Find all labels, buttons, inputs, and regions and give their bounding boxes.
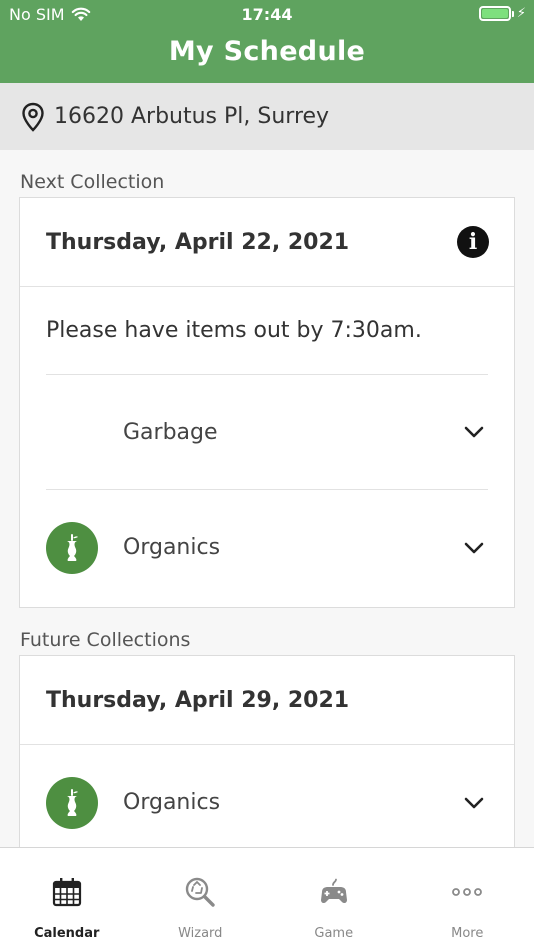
- calendar-icon: [52, 878, 81, 907]
- tab-game[interactable]: Game: [267, 848, 401, 950]
- address-text: 16620 Arbutus Pl, Surrey: [54, 104, 330, 129]
- future-collection-header: Thursday, April 29, 2021: [20, 656, 514, 745]
- address-bar[interactable]: 16620 Arbutus Pl, Surrey: [0, 83, 534, 150]
- tab-label: Wizard: [178, 926, 223, 941]
- tab-label: More: [451, 926, 484, 941]
- next-collection-label: Next Collection: [20, 171, 165, 193]
- page-title: My Schedule: [168, 36, 366, 67]
- future-collection-date: Thursday, April 29, 2021: [46, 687, 350, 713]
- more-dots-icon: [452, 888, 483, 896]
- garbage-icon: [46, 406, 98, 458]
- charging-bolt-icon: ⚡: [516, 6, 526, 21]
- collection-item-label: Organics: [123, 535, 221, 560]
- organics-apple-core-icon: [46, 521, 98, 574]
- collection-item-organics[interactable]: Organics: [46, 490, 488, 605]
- status-time: 17:44: [241, 5, 293, 24]
- next-collection-card: Thursday, April 22, 2021 i Please have i…: [19, 197, 515, 608]
- collection-item-organics[interactable]: Organics: [46, 745, 488, 860]
- gamepad-icon: [320, 878, 347, 904]
- next-collection-date: Thursday, April 22, 2021: [46, 229, 350, 255]
- tab-bar: Calendar Wizard Game More: [0, 847, 534, 950]
- tab-wizard[interactable]: Wizard: [134, 848, 268, 950]
- chevron-down-icon: [464, 797, 484, 808]
- tab-label: Calendar: [34, 926, 100, 941]
- battery-tip: [511, 10, 514, 17]
- tab-label: Game: [314, 926, 354, 941]
- organics-apple-core-icon: [46, 776, 98, 829]
- app-header: No SIM 17:44 ⚡ My Schedule: [0, 0, 534, 83]
- chevron-down-icon: [464, 542, 484, 553]
- battery-icon: [478, 6, 511, 21]
- tab-calendar[interactable]: Calendar: [0, 848, 134, 950]
- future-collections-label: Future Collections: [20, 629, 191, 651]
- collection-item-label: Organics: [123, 790, 221, 815]
- tab-more[interactable]: More: [401, 848, 534, 950]
- collection-item-garbage[interactable]: Garbage: [46, 375, 488, 490]
- future-collection-card: Thursday, April 29, 2021 Organics: [19, 655, 515, 855]
- chevron-down-icon: [464, 426, 484, 438]
- location-pin-icon: [22, 102, 44, 132]
- next-collection-header: Thursday, April 22, 2021 i: [20, 198, 514, 287]
- status-right: ⚡: [478, 6, 526, 21]
- info-icon[interactable]: i: [457, 226, 489, 258]
- status-bar: No SIM 17:44 ⚡: [0, 0, 534, 28]
- collection-notice: Please have items out by 7:30am.: [46, 287, 488, 375]
- collection-item-label: Garbage: [123, 419, 218, 445]
- recycle-search-icon: [186, 877, 215, 907]
